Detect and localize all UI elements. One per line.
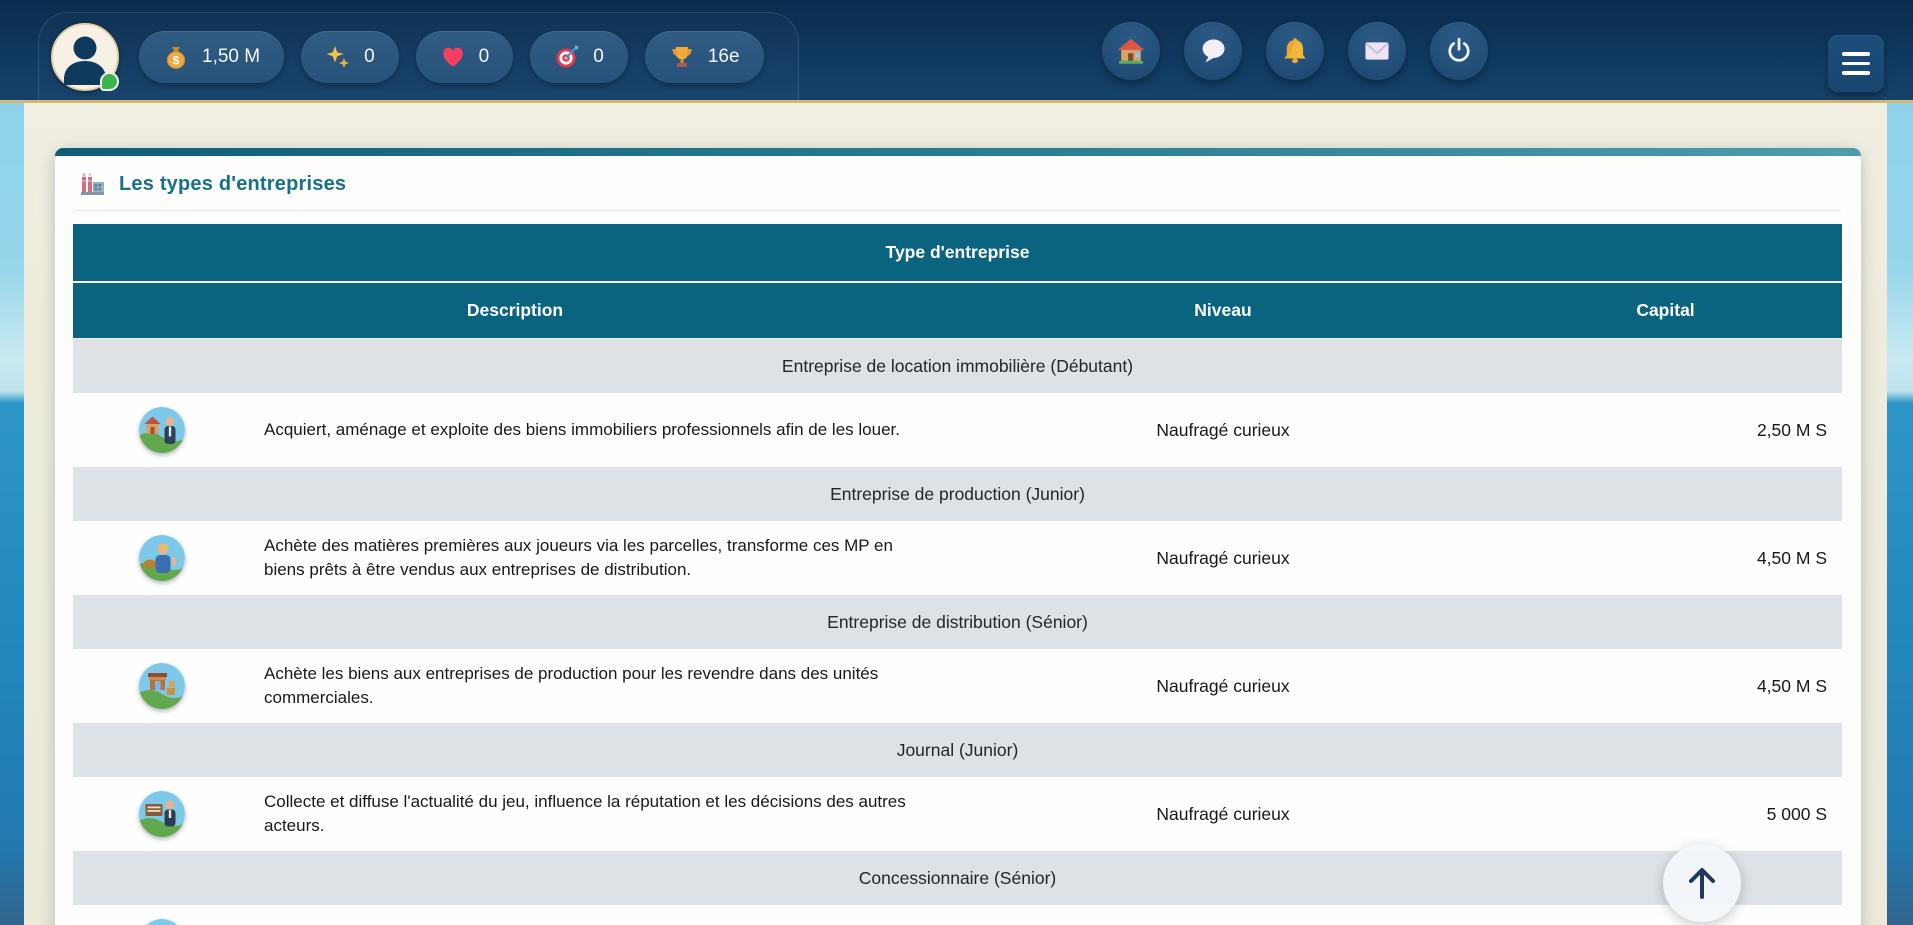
online-status-icon [100,72,119,91]
description-cell: Collecte et diffuse l'actualité du jeu, … [250,778,949,850]
column-header-niveau: Niveau [957,300,1489,321]
category-row: Concessionnaire (Sénior) [73,851,1842,905]
menu-button[interactable] [1828,35,1884,92]
capital-cell: 2,50 M S [1489,420,1842,441]
stat-money[interactable]: $ 1,50 M [139,31,284,83]
realtor-avatar [139,407,185,453]
niveau-cell: Naufragé curieux [957,420,1489,441]
target-icon [554,44,580,70]
home-icon [1116,36,1146,66]
player-stats: $ 1,50 M 0 0 [139,31,764,83]
table-row: Acquiert, aménage et exploite des biens … [73,393,1842,467]
niveau-cell: Naufragé curieux [957,548,1489,569]
description-cell: Achète les biens aux entreprises de prod… [250,650,949,722]
top-navbar: $ 1,50 M 0 0 [0,0,1913,103]
category-row: Journal (Junior) [73,723,1842,777]
stat-target[interactable]: 0 [530,31,628,83]
scroll-to-top-button[interactable] [1663,844,1741,922]
power-icon [1444,36,1474,66]
table-row: Achète des matières premières aux joueur… [73,521,1842,595]
capital-cell: 5 000 S [1489,804,1842,825]
sparkles-icon [325,44,351,70]
logout-button[interactable] [1430,22,1488,80]
bell-icon [1280,36,1310,66]
category-row: Entreprise de production (Junior) [73,467,1842,521]
notifications-button[interactable] [1266,22,1324,80]
hamburger-icon [1842,52,1870,56]
niveau-cell: Naufragé curieux [957,804,1489,825]
mail-icon [1362,36,1392,66]
store-avatar [139,663,185,709]
enterprise-types-table: Type d'entreprise Description Niveau Cap… [73,224,1842,925]
trophy-icon [669,44,695,70]
car-dealer-avatar [139,919,185,925]
journalist-avatar [139,791,185,837]
table-row: Collecte et diffuse l'actualité du jeu, … [73,777,1842,851]
description-cell: Acquiert, aménage et exploite des biens … [250,406,949,454]
player-summary-group: $ 1,50 M 0 0 [38,12,799,100]
card-title-row: Les types d'entreprises [55,156,1861,210]
page-title: Les types d'entreprises [119,173,346,196]
player-avatar[interactable] [51,23,119,91]
chat-icon [1198,36,1228,66]
stat-hearts-value: 0 [479,46,490,68]
column-header-capital: Capital [1489,300,1842,321]
background-scene: Les types d'entreprises Type d'entrepris… [0,103,1913,925]
money-bag-icon: $ [163,44,189,70]
stat-hearts[interactable]: 0 [416,31,514,83]
stat-rank-value: 16e [708,46,740,68]
factory-worker-avatar [139,535,185,581]
column-header-description: Description [73,300,957,321]
content-panel: Les types d'entreprises Type d'entrepris… [24,103,1887,925]
navbar-actions [1102,22,1488,80]
stat-target-value: 0 [593,46,604,68]
stat-money-value: 1,50 M [202,46,260,68]
category-row: Entreprise de location immobilière (Débu… [73,339,1842,393]
title-divider [75,210,1841,211]
stat-sparkles-value: 0 [364,46,375,68]
table-row [73,905,1842,925]
arrow-up-icon [1684,864,1720,902]
niveau-cell: Naufragé curieux [957,676,1489,697]
table-row: Achète les biens aux entreprises de prod… [73,649,1842,723]
table-main-header: Type d'entreprise [73,224,1842,283]
svg-text:$: $ [173,53,180,67]
table-column-headers: Description Niveau Capital [73,283,1842,339]
category-row: Entreprise de distribution (Sénior) [73,595,1842,649]
factory-icon [79,171,106,198]
capital-cell: 4,50 M S [1489,548,1842,569]
stat-sparkles[interactable]: 0 [301,31,399,83]
description-cell: Achète des matières premières aux joueur… [250,522,949,594]
card-accent-bar [55,148,1861,156]
stat-rank[interactable]: 16e [645,31,764,83]
home-button[interactable] [1102,22,1160,80]
chat-button[interactable] [1184,22,1242,80]
heart-icon [440,44,466,70]
capital-cell: 4,50 M S [1489,676,1842,697]
game-page: $ 1,50 M 0 0 [0,0,1913,925]
mail-button[interactable] [1348,22,1406,80]
enterprise-types-card: Les types d'entreprises Type d'entrepris… [55,148,1861,925]
